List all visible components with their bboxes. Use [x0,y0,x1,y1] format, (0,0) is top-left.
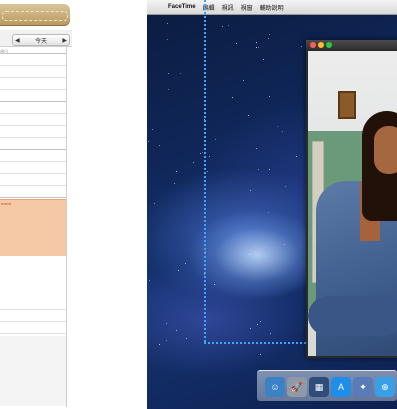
calendar-row [0,113,66,114]
calendar-row [0,53,66,54]
facetime-window[interactable] [306,40,397,358]
desktop: FaceTime 編輯 視訊 視窗 輔助說明 ☺ 🚀 ▦ A ✦ ⊕ [147,0,397,409]
calendar-row [0,149,66,150]
calendar-row [0,173,66,174]
caller-face [374,126,397,174]
menu-item-window[interactable]: 視窗 [241,3,253,12]
next-button[interactable]: ▶ [60,37,69,44]
calendar-row [0,137,66,138]
minimize-button[interactable] [318,42,324,48]
calendar-row [0,333,66,334]
calendar-row [0,89,66,90]
wall-picture [338,91,356,119]
today-nav: ◀ 今天 ▶ [12,34,70,46]
calendar-row [0,125,66,126]
menu-app-name[interactable]: FaceTime [168,4,196,10]
calendar-window: ◀ 今天 ▶ 週日 event [0,0,72,409]
app-store-icon[interactable]: A [331,377,351,397]
prev-button[interactable]: ◀ [13,37,22,44]
launchpad-icon[interactable]: 🚀 [287,377,307,397]
calendar-row [0,321,66,322]
dock: ☺ 🚀 ▦ A ✦ ⊕ [257,370,397,401]
calendar-row [0,309,66,310]
preview-icon[interactable]: ✦ [353,377,373,397]
leather-header [0,4,70,26]
guide-vertical [204,0,206,342]
menu-bar: FaceTime 編輯 視訊 視窗 輔助說明 [147,0,397,15]
menu-item-help[interactable]: 輔助說明 [260,3,284,12]
mission-control-icon[interactable]: ▦ [309,377,329,397]
safari-icon[interactable]: ⊕ [375,377,395,397]
calendar-event[interactable]: event [0,199,66,256]
calendar-lower-panel [0,336,66,406]
event-title: event [1,201,11,206]
calendar-row [0,197,66,198]
close-button[interactable] [310,42,316,48]
video-feed [308,51,397,356]
menu-item-video[interactable]: 視訊 [222,3,234,12]
today-button[interactable]: 今天 [33,36,49,45]
zoom-button[interactable] [326,42,332,48]
calendar-row [0,77,66,78]
calendar-row [0,65,66,66]
finder-icon[interactable]: ☺ [265,377,285,397]
calendar-row [0,185,66,186]
facetime-titlebar[interactable] [306,40,397,50]
calendar-row [0,161,66,162]
calendar-row [0,101,66,102]
